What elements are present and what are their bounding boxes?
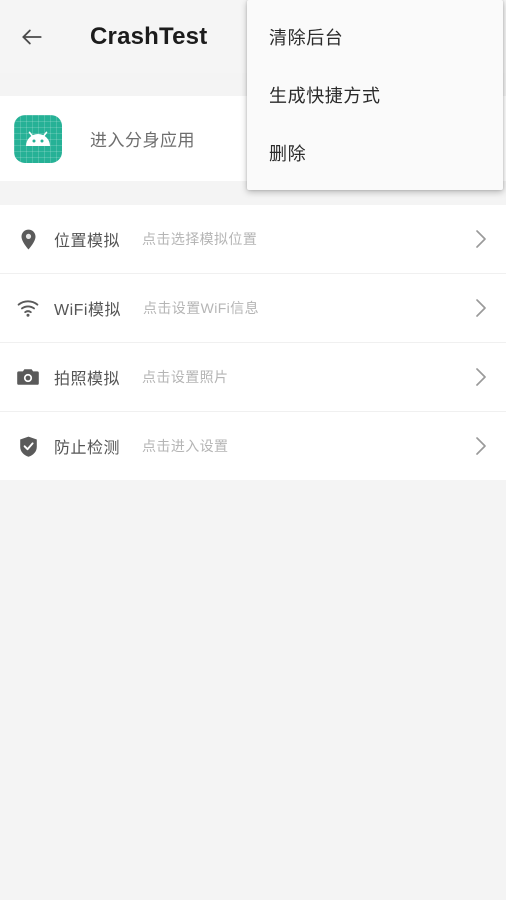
list-item-anti-detection[interactable]: 防止检测 点击进入设置 xyxy=(0,412,506,480)
list-item-location-mock[interactable]: 位置模拟 点击选择模拟位置 xyxy=(0,205,506,273)
menu-item-create-shortcut[interactable]: 生成快捷方式 xyxy=(247,66,503,124)
android-app-icon xyxy=(14,114,62,163)
chevron-right-icon[interactable] xyxy=(470,366,492,388)
list-item-title: 防止检测 xyxy=(54,440,121,457)
page-content: 进入分身应用 位置模拟 点击选择模拟位置 WiFi模拟 点击设置WiFi信息 拍… xyxy=(0,73,506,900)
menu-item-clear-background[interactable]: 清除后台 xyxy=(247,8,503,66)
chevron-right-icon[interactable] xyxy=(470,435,492,457)
page-title: CrashTest xyxy=(90,22,208,50)
wifi-icon xyxy=(14,294,42,322)
chevron-right-icon[interactable] xyxy=(470,297,492,319)
location-pin-icon xyxy=(14,225,42,253)
list-item-title: 位置模拟 xyxy=(54,233,121,250)
list-item-subtitle: 点击进入设置 xyxy=(142,438,229,454)
overflow-menu: 清除后台 生成快捷方式 删除 xyxy=(247,0,503,190)
list-item-title: 拍照模拟 xyxy=(54,371,121,388)
enter-clone-app-label: 进入分身应用 xyxy=(90,131,195,150)
list-item-subtitle: 点击选择模拟位置 xyxy=(142,231,258,247)
list-item-camera-mock[interactable]: 拍照模拟 点击设置照片 xyxy=(0,343,506,411)
back-button[interactable] xyxy=(0,0,64,73)
settings-list: 位置模拟 点击选择模拟位置 WiFi模拟 点击设置WiFi信息 拍照模拟 点击设… xyxy=(0,205,506,480)
list-item-subtitle: 点击设置照片 xyxy=(142,369,229,385)
android-robot-head-glyph xyxy=(26,131,50,146)
list-item-title: WiFi模拟 xyxy=(54,302,121,319)
arrow-left-icon xyxy=(19,24,45,50)
shield-check-icon xyxy=(14,432,42,460)
list-item-subtitle: 点击设置WiFi信息 xyxy=(143,300,259,316)
chevron-right-icon[interactable] xyxy=(470,228,492,250)
list-item-wifi-mock[interactable]: WiFi模拟 点击设置WiFi信息 xyxy=(0,274,506,342)
camera-icon xyxy=(14,363,42,391)
menu-item-delete[interactable]: 删除 xyxy=(247,124,503,182)
